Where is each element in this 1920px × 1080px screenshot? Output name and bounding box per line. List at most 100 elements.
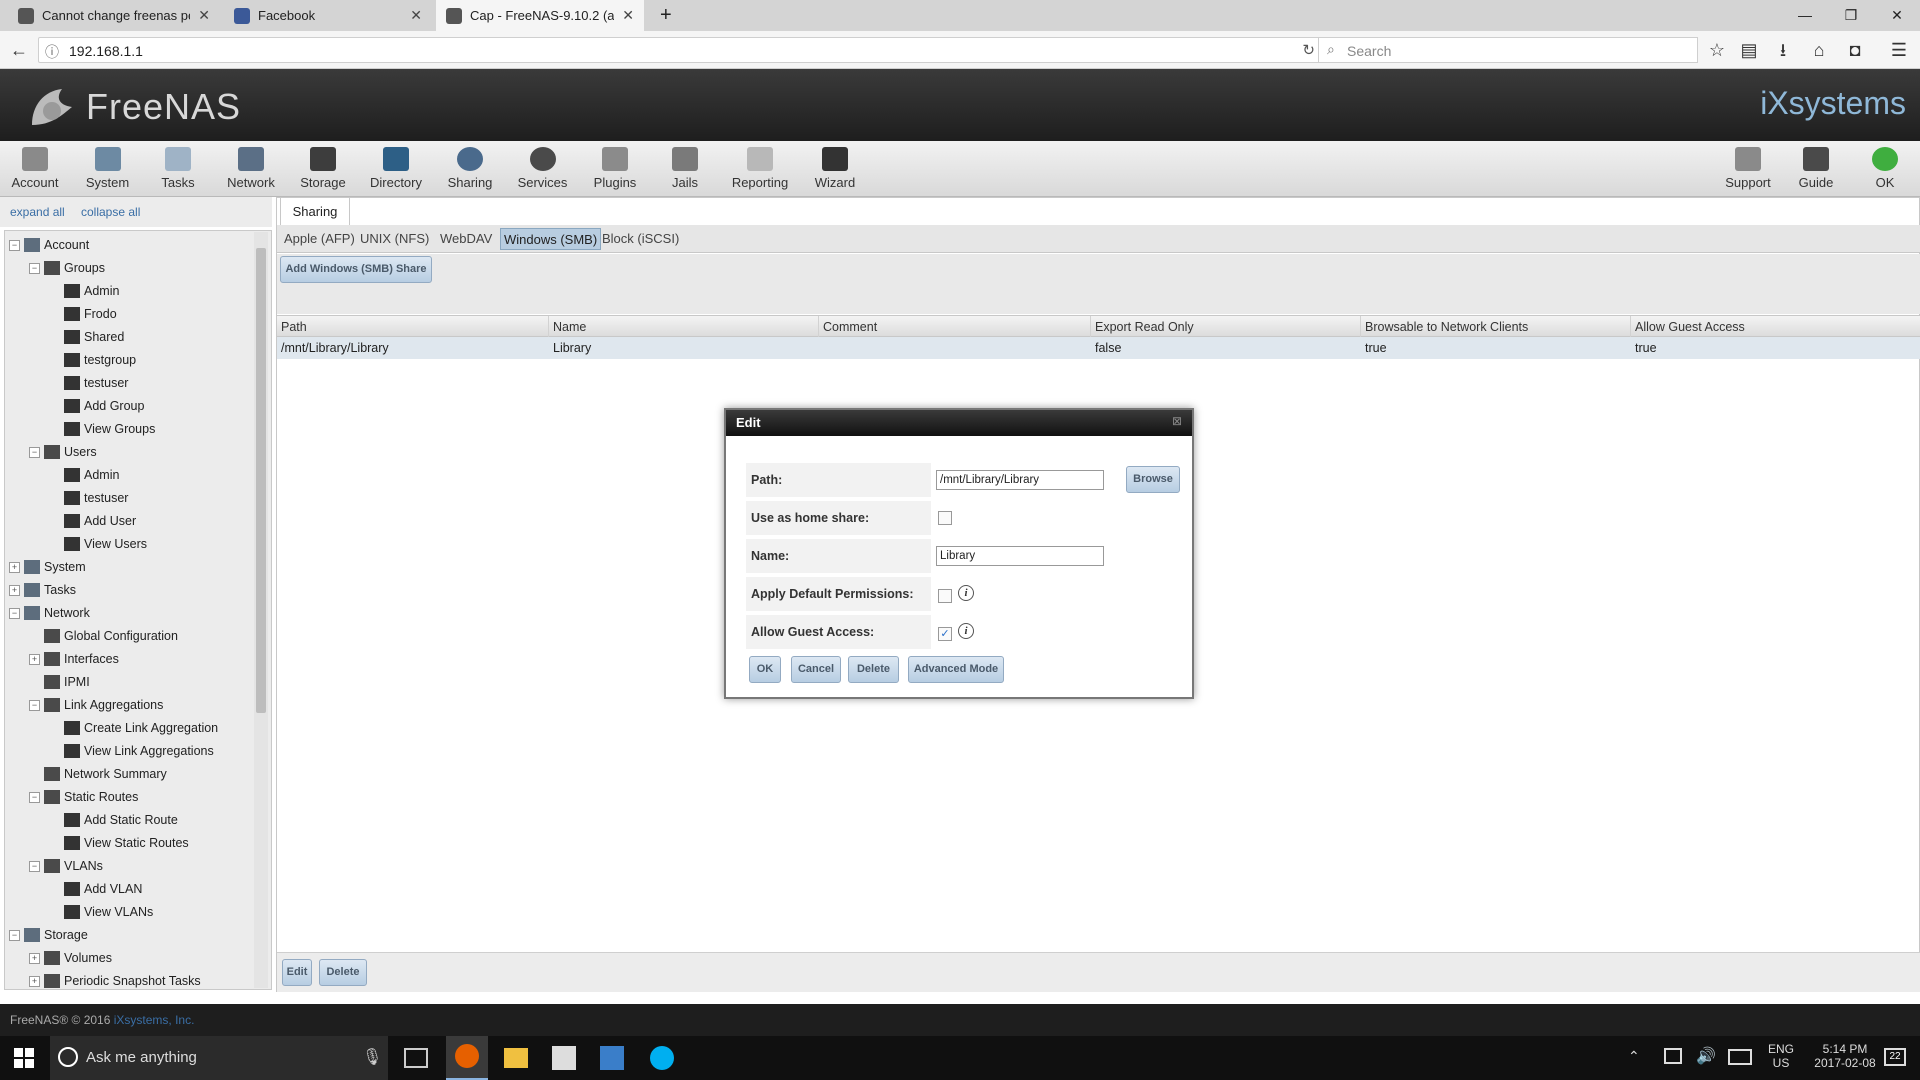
close-icon[interactable]: ✕ — [622, 7, 634, 24]
column-header-guest-access[interactable]: Allow Guest Access — [1631, 316, 1920, 338]
window-close-icon[interactable]: ✕ — [1874, 0, 1920, 31]
browser-tab-1[interactable]: Cannot change freenas pe... ✕ — [8, 0, 220, 31]
tree-item[interactable]: testuser — [49, 488, 128, 508]
tree-item[interactable]: Admin — [49, 465, 119, 485]
tree-item[interactable]: Shared — [49, 327, 124, 347]
close-icon[interactable]: ✕ — [410, 7, 422, 24]
browser-search-input[interactable]: ⌕ Search — [1318, 37, 1698, 63]
pocket-icon[interactable]: ◘ — [1842, 37, 1868, 63]
tree-item[interactable]: − Groups — [29, 258, 105, 278]
expand-icon[interactable]: + — [29, 975, 40, 987]
tree-item[interactable]: − Link Aggregations — [29, 695, 163, 715]
toolbar-guide[interactable]: Guide — [1796, 145, 1836, 195]
tree-item[interactable]: − Static Routes — [29, 787, 138, 807]
close-icon[interactable]: ⊠ — [1170, 414, 1184, 428]
freenas-logo[interactable]: FreeNAS — [28, 85, 241, 129]
tree-item[interactable]: − VLANs — [29, 856, 103, 876]
delete-share-button[interactable]: Delete — [848, 656, 899, 683]
language-indicator[interactable]: ENG US — [1766, 1042, 1796, 1070]
tree-item[interactable]: View Groups — [49, 419, 155, 439]
expand-all-link[interactable]: expand all — [10, 205, 65, 219]
tree-item[interactable]: View Users — [49, 534, 147, 554]
info-icon[interactable]: ⓘ — [45, 42, 59, 62]
column-header-name[interactable]: Name — [549, 316, 819, 338]
guest-access-checkbox[interactable]: ✓ — [938, 627, 952, 641]
toolbar-system[interactable]: System — [80, 145, 135, 195]
tree-item[interactable]: testuser — [49, 373, 128, 393]
tree-item[interactable]: + Interfaces — [29, 649, 119, 669]
collapse-icon[interactable]: − — [29, 860, 40, 872]
tree-item[interactable]: + Tasks — [9, 580, 76, 600]
tree-item[interactable]: Add VLAN — [49, 879, 142, 899]
toolbar-network[interactable]: Network — [223, 145, 279, 195]
home-icon[interactable]: ⌂ — [1806, 37, 1832, 63]
skype-icon[interactable] — [650, 1046, 674, 1070]
subtab-iscsi[interactable]: Block (iSCSI) — [599, 228, 682, 250]
new-tab-button[interactable]: + — [650, 0, 678, 31]
expand-icon[interactable]: + — [9, 584, 20, 596]
network-tray-icon[interactable] — [1664, 1048, 1682, 1064]
expand-icon[interactable]: + — [29, 952, 40, 964]
tree-item[interactable]: Frodo — [49, 304, 117, 324]
table-row[interactable]: /mnt/Library/Library Library false true … — [277, 337, 1920, 359]
url-bar[interactable]: ⓘ 192.168.1.1 ↻ — [38, 37, 1324, 63]
tree-item[interactable]: + Volumes — [29, 948, 112, 968]
tree-item[interactable]: + Periodic Snapshot Tasks — [29, 971, 201, 989]
taskbar-firefox[interactable] — [446, 1036, 488, 1080]
subtab-webdav[interactable]: WebDAV — [437, 228, 495, 250]
toolbar-account[interactable]: Account — [10, 145, 60, 195]
expand-icon[interactable]: + — [9, 561, 20, 573]
restore-icon[interactable]: ❐ — [1828, 0, 1874, 31]
close-icon[interactable]: ✕ — [198, 7, 210, 24]
column-header-path[interactable]: Path — [277, 316, 549, 338]
tree-item[interactable]: Network Summary — [29, 764, 167, 784]
column-header-browsable[interactable]: Browsable to Network Clients — [1361, 316, 1631, 338]
clock[interactable]: 5:14 PM 2017-02-08 — [1810, 1042, 1880, 1070]
menu-icon[interactable]: ☰ — [1886, 37, 1912, 63]
reload-icon[interactable]: ↻ — [1302, 41, 1315, 59]
toolbar-storage[interactable]: Storage — [298, 145, 348, 195]
home-share-checkbox[interactable] — [938, 511, 952, 525]
tree-item[interactable]: View VLANs — [49, 902, 153, 922]
task-view-icon[interactable] — [404, 1048, 428, 1068]
browse-button[interactable]: Browse — [1126, 466, 1180, 493]
path-field[interactable]: /mnt/Library/Library — [936, 470, 1104, 490]
microphone-icon[interactable]: 🎙 — [362, 1047, 382, 1067]
tree-item[interactable]: + System — [9, 557, 86, 577]
add-smb-share-button[interactable]: Add Windows (SMB) Share — [280, 256, 432, 283]
name-field[interactable]: Library — [936, 546, 1104, 566]
toolbar-plugins[interactable]: Plugins — [590, 145, 640, 195]
tree-item[interactable]: − Users — [29, 442, 97, 462]
advanced-mode-button[interactable]: Advanced Mode — [908, 656, 1004, 683]
toolbar-sharing[interactable]: Sharing — [444, 145, 496, 195]
tree-item[interactable]: Admin — [49, 281, 119, 301]
ok-button[interactable]: OK — [749, 656, 781, 683]
delete-button[interactable]: Delete — [319, 959, 367, 986]
file-explorer-icon[interactable] — [504, 1048, 528, 1068]
dialog-title-bar[interactable]: Edit — [726, 410, 1192, 436]
download-icon[interactable]: ⭳ — [1770, 37, 1796, 63]
info-icon[interactable]: i — [958, 585, 974, 601]
browser-tab-2[interactable]: Facebook ✕ — [224, 0, 432, 31]
tree-scroll-thumb[interactable] — [256, 248, 266, 713]
store-icon[interactable] — [552, 1046, 576, 1070]
tab-sharing[interactable]: Sharing — [280, 197, 350, 225]
tree-item[interactable]: View Static Routes — [49, 833, 189, 853]
toolbar-directory[interactable]: Directory — [368, 145, 424, 195]
tree-item[interactable]: − Account — [9, 235, 89, 255]
back-icon[interactable]: ← — [6, 37, 32, 63]
toolbar-tasks[interactable]: Tasks — [153, 145, 203, 195]
mail-app-icon[interactable] — [600, 1046, 624, 1070]
toolbar-services[interactable]: Services — [515, 145, 570, 195]
tree-item[interactable]: Create Link Aggregation — [49, 718, 218, 738]
windows-start-icon[interactable] — [14, 1048, 34, 1068]
collapse-icon[interactable]: − — [29, 446, 40, 458]
tree-item[interactable]: Add Static Route — [49, 810, 178, 830]
toolbar-support[interactable]: Support — [1722, 145, 1774, 195]
tree-item[interactable]: testgroup — [49, 350, 136, 370]
subtab-smb[interactable]: Windows (SMB) — [500, 228, 602, 250]
tree-item[interactable]: IPMI — [29, 672, 90, 692]
column-header-export-read-only[interactable]: Export Read Only — [1091, 316, 1361, 338]
ixsystems-logo[interactable]: iXsystems — [1760, 85, 1906, 122]
collapse-icon[interactable]: − — [29, 791, 40, 803]
